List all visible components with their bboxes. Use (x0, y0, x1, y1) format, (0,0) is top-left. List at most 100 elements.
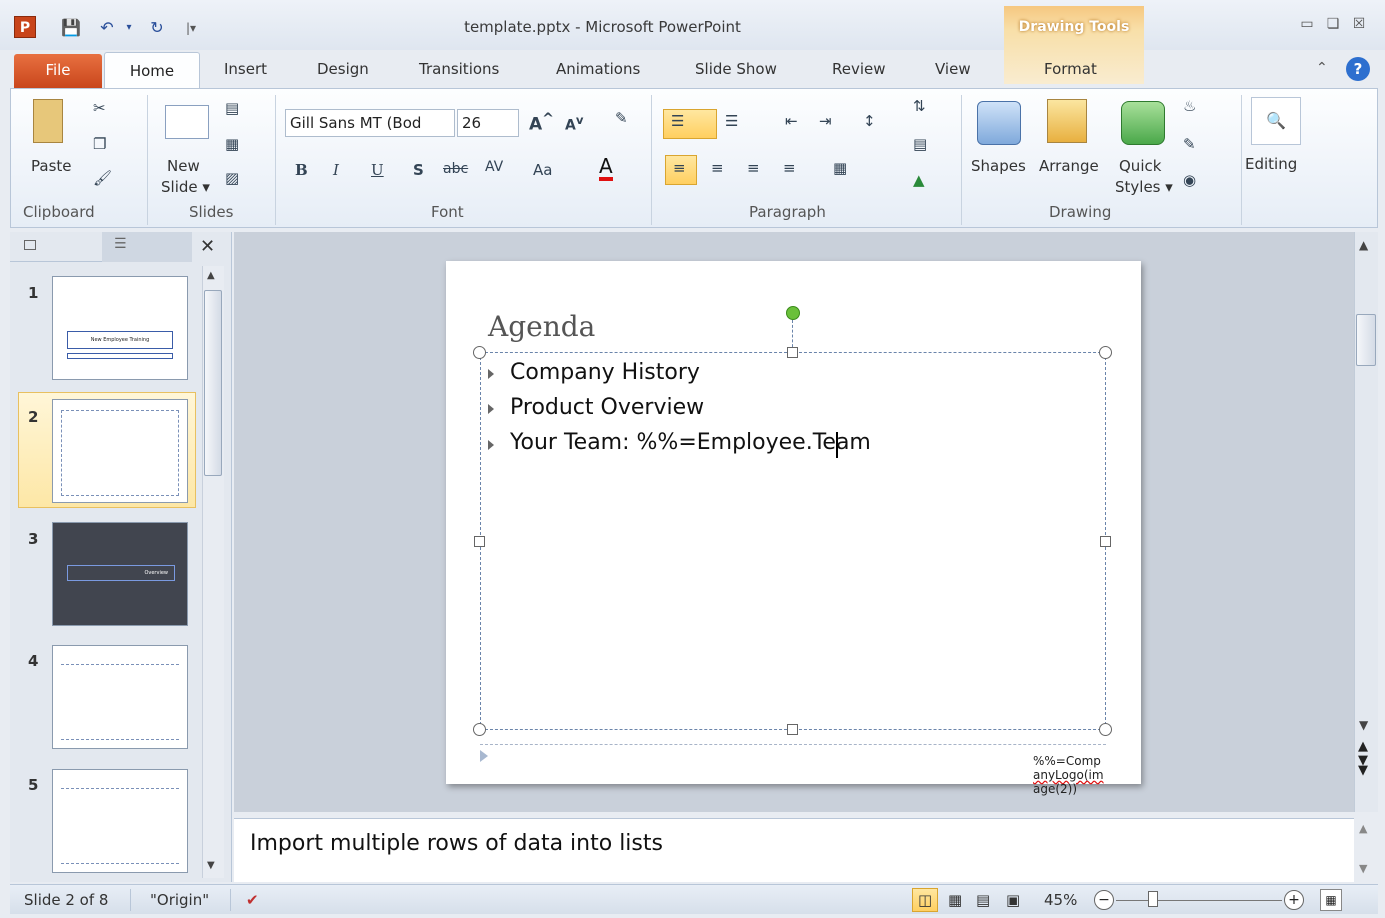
line-spacing-icon[interactable]: ↕ (863, 112, 876, 130)
decrease-indent-icon[interactable]: ⇤ (785, 112, 798, 130)
center-icon[interactable]: ≡ (711, 159, 724, 177)
tab-insert[interactable]: Insert (224, 60, 267, 78)
zoom-out-icon[interactable]: − (1094, 890, 1114, 910)
tab-review[interactable]: Review (832, 60, 886, 78)
quick-styles-label-2[interactable]: Styles ▾ (1115, 178, 1173, 196)
fit-to-window-icon[interactable]: ▦ (1320, 889, 1342, 911)
resize-handle-tl[interactable] (473, 346, 486, 359)
paste-button[interactable]: Paste (31, 157, 72, 175)
reading-view-icon[interactable]: ▤ (976, 891, 990, 909)
scroll-down-icon[interactable]: ▼ (207, 860, 215, 871)
slide-show-icon[interactable]: ▣ (1006, 891, 1020, 909)
shadow-icon[interactable]: S (413, 161, 424, 179)
notes-pane[interactable]: Import multiple rows of data into lists (234, 818, 1354, 882)
next-slide-icon[interactable]: ▼ (1358, 764, 1368, 778)
scroll-up-icon[interactable]: ▲ (207, 270, 215, 281)
slide-thumbnail-5[interactable] (52, 769, 188, 873)
tab-file[interactable]: File (14, 54, 102, 88)
tab-view[interactable]: View (935, 60, 971, 78)
help-icon[interactable]: ? (1346, 57, 1370, 81)
columns-icon[interactable]: ▦ (833, 159, 847, 177)
shape-fill-icon[interactable]: ♨ (1183, 97, 1196, 115)
quick-styles-label-1[interactable]: Quick (1119, 157, 1161, 175)
new-slide-label-1[interactable]: New (167, 157, 200, 175)
minimize-icon[interactable]: ▭ (1296, 16, 1318, 32)
italic-icon[interactable]: I (333, 161, 339, 179)
slide-title[interactable]: Agenda (488, 310, 595, 343)
bullet-item[interactable]: Your Team: %%=Employee.Team (510, 430, 871, 455)
editing-button[interactable]: Editing (1245, 155, 1297, 173)
close-icon[interactable]: ☒ (1348, 16, 1370, 32)
slide-counter[interactable]: Slide 2 of 8 (24, 891, 108, 909)
align-right-icon[interactable]: ≡ (747, 159, 760, 177)
layout-icon[interactable]: ▤ (225, 99, 239, 117)
arrange-button[interactable]: Arrange (1039, 157, 1099, 175)
resize-handle-top[interactable] (787, 347, 798, 358)
cut-icon[interactable]: ✂ (93, 99, 106, 117)
increase-indent-icon[interactable]: ⇥ (819, 112, 832, 130)
shape-effects-icon[interactable]: ◉ (1183, 171, 1196, 189)
arrange-icon[interactable] (1047, 99, 1087, 143)
tab-transitions[interactable]: Transitions (419, 60, 499, 78)
tab-design[interactable]: Design (317, 60, 369, 78)
logo-field[interactable]: %%=Comp anyLogo(im age(2)) (1033, 754, 1104, 796)
resize-handle-br[interactable] (1099, 723, 1112, 736)
scroll-up-icon[interactable]: ▲ (1359, 238, 1368, 252)
shapes-button[interactable]: Shapes (971, 157, 1026, 175)
close-panel-icon[interactable]: ✕ (200, 236, 215, 257)
shapes-icon[interactable] (977, 101, 1021, 145)
tab-slide-show[interactable]: Slide Show (695, 60, 777, 78)
zoom-in-icon[interactable]: + (1284, 890, 1304, 910)
format-painter-icon[interactable]: 🖌 (93, 169, 112, 187)
tab-home[interactable]: Home (104, 52, 200, 89)
align-text-icon[interactable]: ▤ (913, 135, 927, 153)
resize-handle-left[interactable] (474, 536, 485, 547)
tab-format[interactable]: Format (1044, 60, 1097, 78)
paste-icon[interactable] (33, 99, 63, 143)
font-color-icon[interactable]: A (599, 155, 613, 181)
grow-font-icon[interactable]: A^ (529, 111, 554, 135)
resize-handle-tr[interactable] (1099, 346, 1112, 359)
slide-thumbnail-3[interactable]: Overview (52, 522, 188, 626)
clear-formatting-icon[interactable]: ✎ (615, 109, 628, 127)
new-slide-label-2[interactable]: Slide ▾ (161, 178, 210, 196)
notes-scroll-up-icon[interactable]: ▲ (1359, 822, 1367, 835)
notes-scrollbar[interactable]: ▲ ▼ (1354, 818, 1378, 882)
text-direction-icon[interactable]: ⇅ (913, 97, 926, 115)
resize-handle-right[interactable] (1100, 536, 1111, 547)
theme-name[interactable]: "Origin" (150, 891, 209, 909)
smartart-icon[interactable]: ▲ (913, 171, 925, 189)
scroll-thumb[interactable] (204, 290, 222, 476)
bullet-item[interactable]: Company History (510, 360, 700, 385)
scroll-down-icon[interactable]: ▼ (1359, 718, 1368, 732)
zoom-level[interactable]: 45% (1044, 891, 1077, 909)
underline-icon[interactable]: U (371, 161, 384, 179)
reset-icon[interactable]: ▦ (225, 135, 239, 153)
slide-sorter-icon[interactable]: ▦ (948, 891, 962, 909)
character-spacing-icon[interactable]: AV (485, 159, 503, 175)
copy-icon[interactable]: ❐ (93, 135, 106, 153)
restore-icon[interactable]: ❏ (1322, 16, 1344, 32)
find-icon[interactable]: 🔍 (1251, 97, 1301, 145)
justify-icon[interactable]: ≡ (783, 159, 796, 177)
zoom-slider-thumb[interactable] (1148, 891, 1158, 907)
notes-text[interactable]: Import multiple rows of data into lists (250, 831, 663, 856)
section-icon[interactable]: ▨ (225, 169, 239, 187)
minimize-ribbon-icon[interactable]: ⌃ (1316, 60, 1328, 76)
resize-handle-bl[interactable] (473, 723, 486, 736)
shape-outline-icon[interactable]: ✎ (1183, 135, 1196, 153)
bold-icon[interactable]: B (295, 161, 308, 179)
quick-styles-icon[interactable] (1121, 101, 1165, 145)
notes-scroll-down-icon[interactable]: ▼ (1359, 862, 1367, 875)
slide-thumbnail-1[interactable]: New Employee Training (52, 276, 188, 380)
rotation-handle[interactable] (786, 306, 800, 320)
scroll-thumb[interactable] (1356, 314, 1376, 366)
font-family-select[interactable]: Gill Sans MT (Bod (285, 109, 455, 137)
change-case-icon[interactable]: Aa (533, 161, 552, 179)
spelling-check-icon[interactable]: ✔ (246, 891, 259, 909)
tab-animations[interactable]: Animations (556, 60, 640, 78)
strikethrough-icon[interactable]: abc (443, 161, 468, 177)
numbering-icon[interactable]: ☰ (725, 112, 738, 130)
new-slide-icon[interactable] (165, 105, 209, 139)
slide-thumbnail-4[interactable] (52, 645, 188, 749)
